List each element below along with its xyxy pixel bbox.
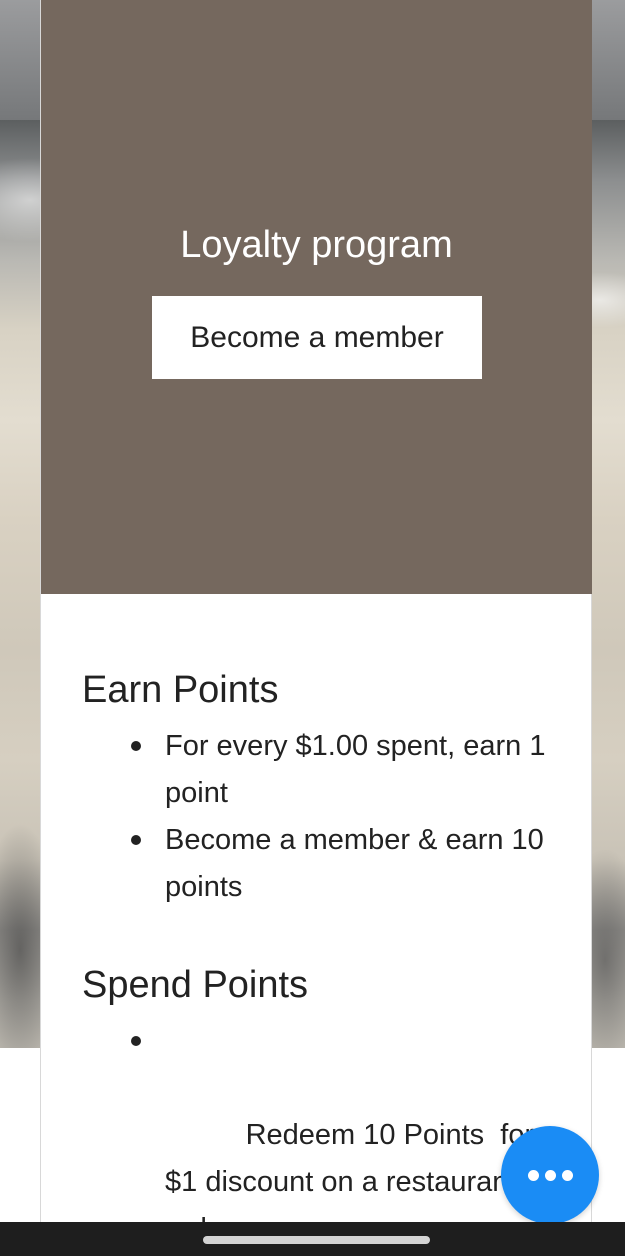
earn-points-list: For every $1.00 spent, earn 1 point Beco…	[82, 723, 562, 911]
page: Loyalty program Become a member Earn Poi…	[0, 0, 625, 1256]
chat-button[interactable]	[501, 1126, 599, 1224]
home-indicator[interactable]	[203, 1236, 430, 1244]
list-item-text: Become a member & earn 10 points	[165, 824, 544, 903]
list-item: Become a member & earn 10 points	[131, 817, 562, 911]
hero-title: Loyalty program	[180, 224, 453, 266]
loyalty-card: Loyalty program Become a member Earn Poi…	[40, 0, 592, 1245]
become-member-button[interactable]: Become a member	[152, 296, 482, 379]
spend-points-section: Spend Points Redeem 10 Points for a $1 d…	[82, 962, 562, 1256]
bullet-icon	[131, 741, 141, 751]
hero-banner: Loyalty program Become a member	[41, 0, 592, 594]
more-dots-icon	[528, 1170, 574, 1181]
spend-points-list: Redeem 10 Points for a $1 discount on a …	[82, 1018, 562, 1256]
earn-points-heading: Earn Points	[82, 669, 279, 711]
list-item-text: For every $1.00 spent, earn 1 point	[165, 730, 546, 809]
bullet-icon	[131, 1036, 141, 1046]
bullet-icon	[131, 835, 141, 845]
list-item: For every $1.00 spent, earn 1 point	[131, 723, 562, 817]
system-nav-bar	[0, 1222, 625, 1256]
spend-points-heading: Spend Points	[82, 964, 309, 1006]
list-item: Redeem 10 Points for a $1 discount on a …	[131, 1018, 562, 1256]
earn-points-section: Earn Points For every $1.00 spent, earn …	[82, 667, 562, 911]
